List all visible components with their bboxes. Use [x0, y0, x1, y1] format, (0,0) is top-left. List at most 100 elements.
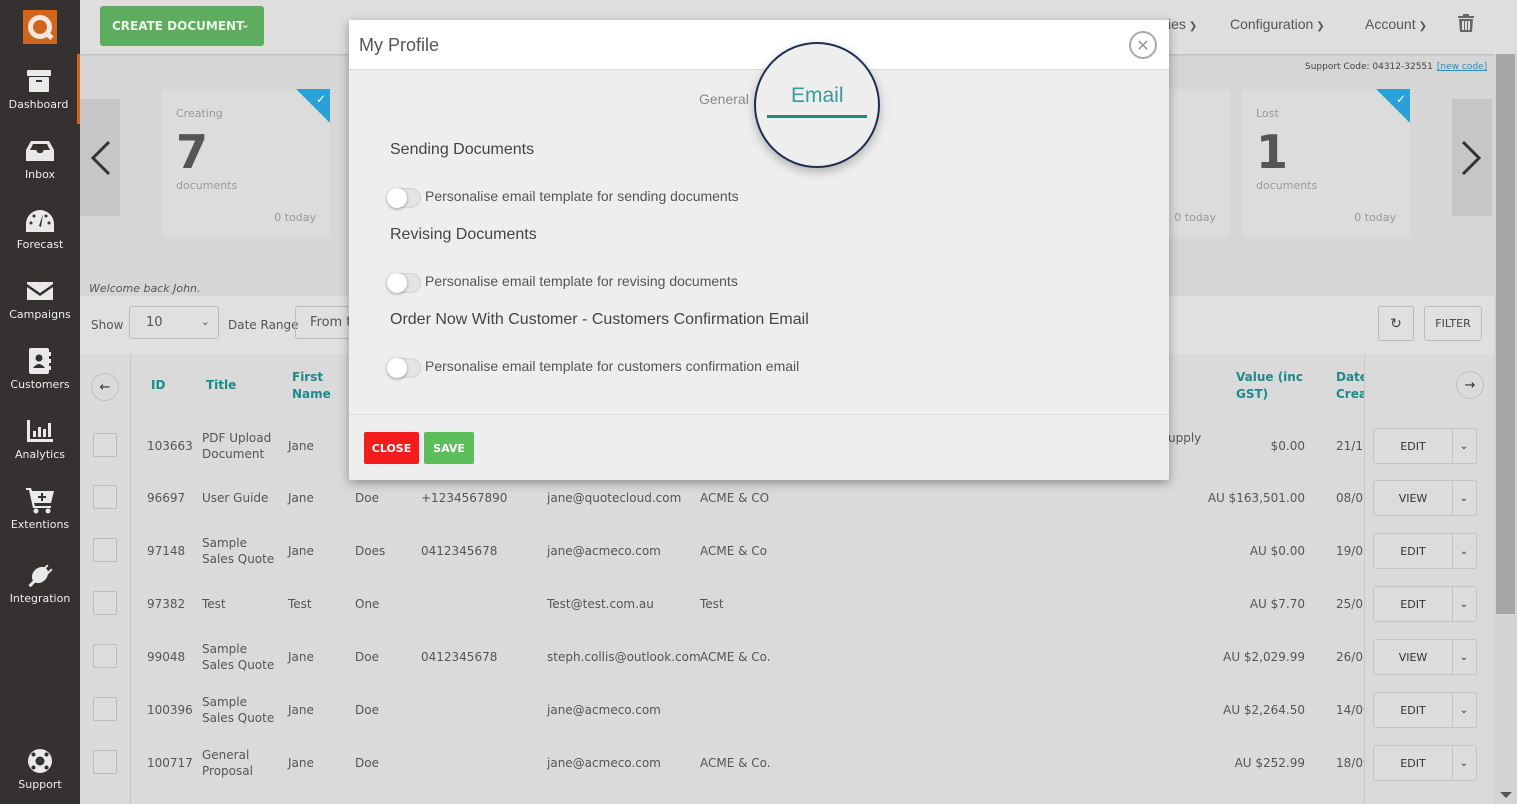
nav-item-account[interactable]: Account ❯: [1365, 16, 1427, 32]
header-title[interactable]: Title: [206, 377, 236, 394]
carousel-prev-button[interactable]: [80, 99, 120, 216]
cell-phone: 0412345678: [421, 544, 498, 558]
row-action-label[interactable]: EDIT: [1374, 534, 1453, 568]
row-action-button[interactable]: EDIT ⌄: [1373, 692, 1477, 728]
nav-item-templates[interactable]: ies ❯: [1168, 16, 1197, 32]
tab-email[interactable]: Email: [791, 84, 844, 108]
row-checkbox[interactable]: [93, 697, 117, 721]
new-code-link[interactable]: [new code]: [1437, 62, 1487, 72]
create-document-button[interactable]: CREATE DOCUMENT ⌄: [100, 6, 264, 46]
row-action-label[interactable]: VIEW: [1374, 481, 1453, 515]
row-action-button[interactable]: VIEW ⌄: [1373, 639, 1477, 675]
toggle-confirmation-template[interactable]: [387, 358, 421, 378]
row-action-button[interactable]: EDIT ⌄: [1373, 745, 1477, 781]
modal-title: My Profile: [359, 35, 440, 55]
header-id[interactable]: ID: [151, 377, 165, 394]
table-row[interactable]: 100396 Sample Sales Quote Jane Doe jane@acmec…: [80, 684, 1494, 737]
sidebar-item-dashboard[interactable]: Dashboard: [0, 54, 80, 124]
show-select[interactable]: 10 ⌄: [129, 306, 219, 339]
row-checkbox[interactable]: [93, 750, 117, 774]
nav-label: ies: [1168, 16, 1186, 32]
cell-first-name: Jane: [288, 491, 314, 505]
row-action-label[interactable]: VIEW: [1374, 640, 1453, 674]
row-action-label[interactable]: EDIT: [1374, 429, 1453, 463]
header-first-name[interactable]: First Name: [292, 369, 331, 403]
table-row[interactable]: 99048 Sample Sales Quote Jane Doe 0412345678 s…: [80, 631, 1494, 684]
row-action-label[interactable]: EDIT: [1374, 587, 1453, 621]
row-action-button[interactable]: EDIT ⌄: [1373, 586, 1477, 622]
sidebar-item-label: Integration: [9, 591, 71, 605]
stat-card-lost[interactable]: ✓ Lost 1 documents 0 today: [1242, 89, 1410, 237]
chevron-down-icon[interactable]: ⌄: [1452, 746, 1476, 780]
cell-id: 99048: [147, 650, 186, 664]
sidebar-item-inbox[interactable]: Inbox: [0, 124, 80, 194]
row-checkbox[interactable]: [93, 433, 117, 457]
chevron-down-icon[interactable]: ⌄: [1452, 481, 1476, 515]
cell-first-name: Test: [288, 597, 312, 611]
tab-general[interactable]: General: [699, 91, 749, 107]
row-action-label[interactable]: EDIT: [1374, 746, 1453, 780]
scroll-left-button[interactable]: ←: [91, 373, 119, 401]
header-date-created[interactable]: Date Creat: [1336, 369, 1364, 403]
row-checkbox[interactable]: [93, 644, 117, 668]
row-checkbox[interactable]: [93, 591, 117, 615]
sidebar-item-customers[interactable]: Customers: [0, 334, 80, 404]
stat-count: 1: [1256, 125, 1289, 179]
chevron-down-icon[interactable]: ⌄: [1452, 693, 1476, 727]
active-tab-indicator: [767, 115, 867, 118]
scroll-right-button[interactable]: →: [1456, 371, 1484, 399]
sidebar-item-integration[interactable]: Integration: [0, 548, 80, 618]
close-button[interactable]: CLOSE: [364, 432, 419, 464]
chevron-down-icon[interactable]: ⌄: [1452, 640, 1476, 674]
chevron-down-icon[interactable]: ⌄: [1452, 587, 1476, 621]
support-code: Support Code: 04312-32551 [new code]: [1305, 62, 1487, 72]
cell-last-name: Doe: [355, 491, 379, 505]
header-line: First: [292, 370, 324, 384]
chevron-down-icon[interactable]: ⌄: [1452, 429, 1476, 463]
cell-title: Proposal: [202, 764, 253, 778]
row-action-label[interactable]: EDIT: [1374, 693, 1453, 727]
row-action-button[interactable]: EDIT ⌄: [1373, 428, 1477, 464]
stat-card-creating[interactable]: ✓ Creating 7 documents 0 today: [162, 89, 330, 237]
plug-icon: [26, 562, 54, 588]
cell-last-name: Does: [355, 544, 386, 558]
filter-button[interactable]: FILTER: [1424, 306, 1482, 341]
chevron-down-icon[interactable]: ⌄: [241, 18, 250, 31]
cell-date: 26/08.: [1336, 650, 1364, 664]
sidebar-item-campaigns[interactable]: Campaigns: [0, 264, 80, 334]
date-range-input[interactable]: From t: [295, 306, 355, 339]
scroll-down-arrow-icon[interactable]: [1500, 792, 1512, 798]
cell-company: Test: [700, 597, 724, 611]
chevron-down-icon[interactable]: ⌄: [1452, 534, 1476, 568]
header-value[interactable]: Value (inc GST): [1236, 369, 1303, 403]
cell-value: AU $2,029.99: [1223, 650, 1305, 664]
carousel-next-button[interactable]: [1452, 99, 1492, 216]
logo[interactable]: [0, 0, 80, 54]
sidebar-item-analytics[interactable]: Analytics: [0, 404, 80, 474]
modal-close-button[interactable]: ✕: [1129, 31, 1157, 59]
sidebar-item-forecast[interactable]: Forecast: [0, 194, 80, 264]
cell-date: 14/09.: [1336, 703, 1364, 717]
header-line: GST): [1236, 387, 1269, 401]
nav-item-configuration[interactable]: Configuration ❯: [1230, 16, 1325, 32]
row-action-button[interactable]: EDIT ⌄: [1373, 533, 1477, 569]
scroll-thumb[interactable]: [1496, 54, 1515, 614]
cell-date: 21/10.: [1336, 439, 1364, 453]
table-row[interactable]: 100717 General Proposal Jane Doe jane@acmeco.…: [80, 737, 1494, 790]
row-checkbox[interactable]: [93, 485, 117, 509]
row-checkbox[interactable]: [93, 538, 117, 562]
chevron-right-icon: [1461, 140, 1482, 175]
page-scrollbar[interactable]: [1494, 54, 1517, 804]
row-action-button[interactable]: VIEW ⌄: [1373, 480, 1477, 516]
table-row[interactable]: 97148 Sample Sales Quote Jane Does 0412345678…: [80, 525, 1494, 578]
table-row[interactable]: 97382 Test Test One Test@test.com.au Test AU $…: [80, 578, 1494, 631]
trash-icon[interactable]: [1458, 14, 1474, 36]
cell-title: User Guide: [202, 491, 269, 505]
toggle-revising-template[interactable]: [387, 273, 421, 293]
refresh-button[interactable]: ↻: [1378, 306, 1414, 341]
save-button[interactable]: SAVE: [424, 432, 474, 464]
sidebar-item-support[interactable]: Support: [0, 734, 80, 804]
sidebar-item-extentions[interactable]: Extentions: [0, 474, 80, 544]
show-label: Show: [91, 318, 124, 332]
toggle-sending-template[interactable]: [387, 188, 421, 208]
